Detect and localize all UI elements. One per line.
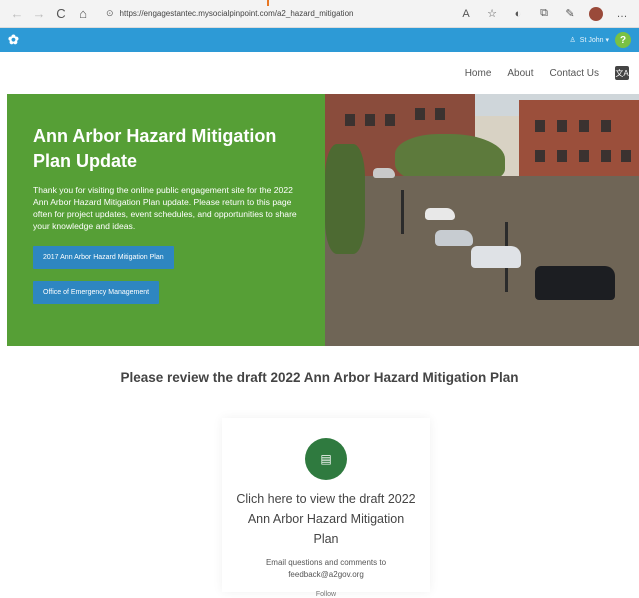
site-header: ✿ ♙ St John ▾ ? [0,28,639,52]
read-aloud-icon[interactable]: A [455,3,477,25]
draft-plan-link[interactable]: Clich here to view the draft 2022 Ann Ar… [222,489,430,549]
pen-icon[interactable]: ✎ [559,3,581,25]
user-menu[interactable]: ♙ St John ▾ [570,36,609,44]
hero-text-panel: Ann Arbor Hazard Mitigation Plan Update … [7,94,325,346]
section-heading: Please review the draft 2022 Ann Arbor H… [120,370,519,385]
more-icon[interactable]: … [611,3,633,25]
browser-actions: A ☆ ◐ ⧉ ✎ … [455,3,633,25]
reload-button[interactable]: C [50,3,72,25]
follow-link[interactable]: Follow [222,591,430,598]
home-button[interactable]: ⌂ [72,3,94,25]
contact-email[interactable]: feedback@a2gov.org [222,569,430,581]
nav-about-link[interactable]: About [507,68,533,79]
user-icon: ♙ [569,37,576,44]
address-bar[interactable]: ⊙ https://engagestantec.mysocialpinpoint… [100,4,359,24]
nav-home-link[interactable]: Home [465,68,492,79]
profile-avatar[interactable] [585,3,607,25]
forward-button[interactable]: → [28,3,50,25]
hero-title: Ann Arbor Hazard Mitigation Plan Update [33,126,277,171]
nav-contact-link[interactable]: Contact Us [550,68,599,79]
user-name: St John ▾ [579,37,609,44]
url-text: https://engagestantec.mysocialpinpoint.c… [119,9,354,18]
translate-icon[interactable]: 文A [615,66,629,80]
text-cursor [267,0,269,6]
contact-note: Email questions and comments to feedback… [222,557,430,581]
lock-icon: ⊙ [106,8,114,18]
help-button[interactable]: ? [615,32,631,48]
hero-banner: Ann Arbor Hazard Mitigation Plan Update … [7,94,639,346]
contact-note-line1: Email questions and comments to [265,558,387,567]
back-button[interactable]: ← [6,3,28,25]
site-logo-icon[interactable]: ✿ [8,32,26,47]
draft-plan-card[interactable]: ▤ Clich here to view the draft 2022 Ann … [222,418,430,598]
hero-description: Thank you for visiting the online public… [33,185,297,231]
extension-icon[interactable]: ◐ [507,3,529,25]
document-icon[interactable]: ▤ [305,438,347,480]
favorite-icon[interactable]: ☆ [481,3,503,25]
plan-2017-button[interactable]: 2017 Ann Arbor Hazard Mitigation Plan [33,246,174,269]
main-nav: Home About Contact Us 文A [465,60,629,86]
browser-toolbar: ← → C ⌂ ⊙ https://engagestantec.mysocial… [0,0,639,28]
emergency-management-button[interactable]: Office of Emergency Management [33,281,160,304]
flood-photo [325,94,639,346]
collections-icon[interactable]: ⧉ [533,3,555,25]
